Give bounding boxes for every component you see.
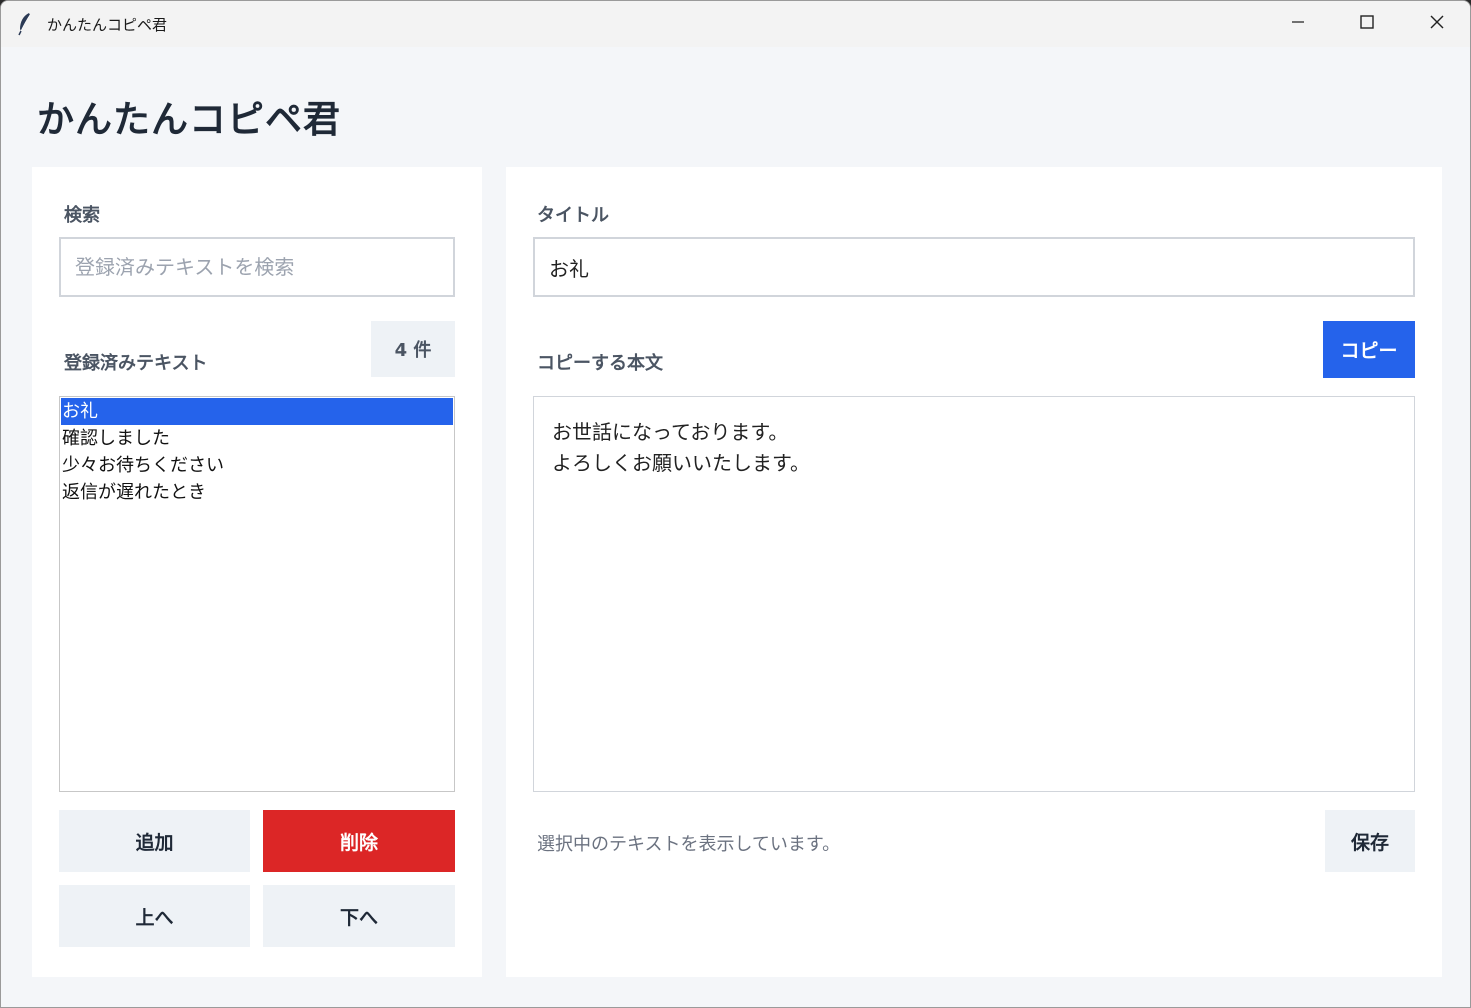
list-item[interactable]: お礼 — [61, 398, 453, 425]
feather-icon — [17, 12, 33, 36]
body-textarea[interactable]: お世話になっております。 よろしくお願いいたします。 — [533, 396, 1415, 792]
minimize-button[interactable] — [1263, 1, 1333, 47]
registered-texts-label: 登録済みテキスト — [64, 353, 208, 374]
save-button[interactable]: 保存 — [1325, 810, 1415, 872]
maximize-button[interactable] — [1332, 1, 1402, 47]
app-heading: かんたんコピペ君 — [37, 98, 341, 141]
list-item[interactable]: 確認しました — [61, 425, 453, 452]
delete-button[interactable]: 削除 — [263, 810, 455, 872]
minimize-icon — [1290, 14, 1306, 34]
editor-panel: タイトル コピーする本文 コピー お世話になっております。 よろしくお願いいたし… — [506, 167, 1442, 977]
registered-text-list[interactable]: お礼 確認しました 少々お待ちください 返信が遅れたとき — [59, 396, 455, 792]
body-label: コピーする本文 — [537, 353, 663, 374]
list-item[interactable]: 返信が遅れたとき — [61, 479, 453, 506]
move-up-button[interactable]: 上へ — [59, 885, 250, 947]
count-badge: 4 件 — [371, 321, 455, 377]
status-text: 選択中のテキストを表示しています。 — [537, 834, 841, 855]
title-label: タイトル — [537, 205, 609, 226]
close-icon — [1429, 14, 1445, 34]
window-title: かんたんコピペ君 — [47, 16, 168, 34]
search-input[interactable] — [59, 237, 455, 297]
title-bar[interactable]: かんたんコピペ君 — [1, 1, 1470, 47]
move-down-button[interactable]: 下へ — [263, 885, 455, 947]
title-input[interactable] — [533, 237, 1415, 297]
list-item[interactable]: 少々お待ちください — [61, 452, 453, 479]
close-button[interactable] — [1402, 1, 1470, 47]
copy-button[interactable]: コピー — [1323, 321, 1415, 378]
search-label: 検索 — [64, 205, 100, 226]
maximize-icon — [1359, 14, 1375, 34]
text-list-panel: 検索 登録済みテキスト 4 件 お礼 確認しました 少々お待ちください 返信が遅… — [32, 167, 482, 977]
app-window: かんたんコピペ君 かんたんコピペ君 検索 登録済みテキスト 4 件 — [0, 0, 1471, 1008]
add-button[interactable]: 追加 — [59, 810, 250, 872]
